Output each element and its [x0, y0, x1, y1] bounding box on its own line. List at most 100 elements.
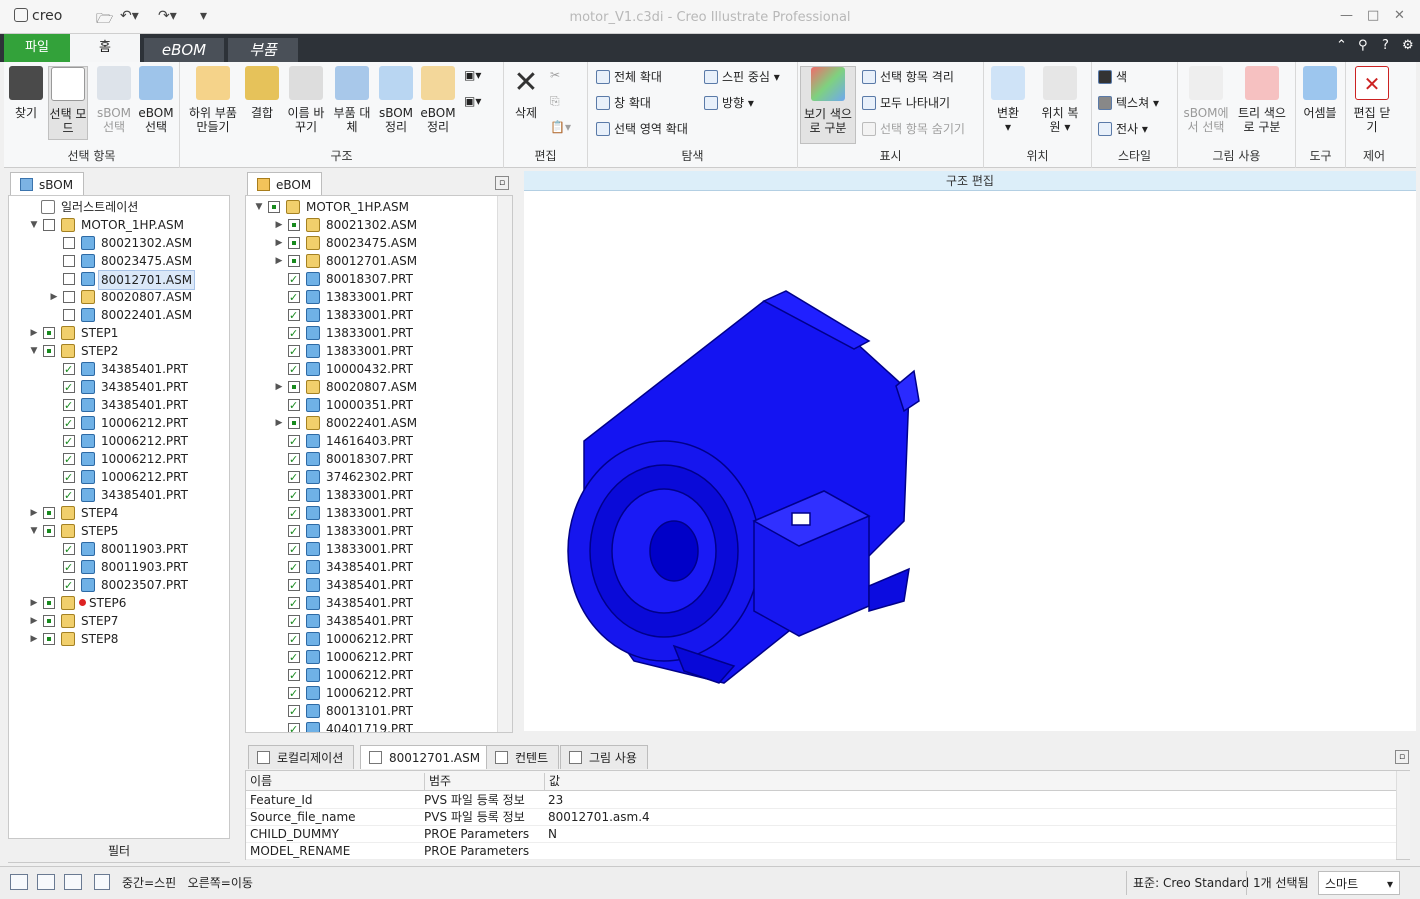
visibility-checkbox[interactable]	[288, 667, 300, 685]
visibility-checkbox[interactable]	[288, 289, 300, 307]
select-mode-button[interactable]: 선택 모 드	[48, 66, 88, 140]
sbom-tree-label[interactable]: STEP6	[89, 594, 126, 612]
ebom-tree-label[interactable]: 80018307.PRT	[326, 450, 413, 468]
selection-filter-dropdown[interactable]: 스마트 ▾	[1318, 871, 1400, 895]
visibility-checkbox[interactable]	[288, 381, 300, 393]
tab-localization[interactable]: 로컬리제이션	[248, 745, 355, 769]
sbom-tree-label[interactable]: 34385401.PRT	[101, 486, 188, 504]
transfer-button[interactable]: 전사 ▾	[1098, 120, 1148, 137]
search-icon[interactable]: ⚲	[1358, 38, 1368, 53]
visibility-checkbox[interactable]	[43, 507, 55, 519]
visibility-checkbox[interactable]	[63, 237, 75, 249]
collapsed-arrow-icon[interactable]: ▶	[274, 378, 284, 396]
replace-part-button[interactable]: 부품 대 체	[332, 66, 372, 134]
visibility-checkbox[interactable]	[288, 451, 300, 469]
copy-icon[interactable]: ⎘	[550, 94, 560, 109]
collapsed-arrow-icon[interactable]: ▶	[274, 234, 284, 252]
visibility-checkbox[interactable]	[63, 487, 75, 505]
sbom-tree-label[interactable]: STEP5	[81, 522, 118, 540]
find-button[interactable]: 찾기	[6, 66, 46, 120]
sbom-tree-label[interactable]: 일러스트레이션	[61, 198, 138, 216]
combine-button[interactable]: 결합	[242, 66, 282, 120]
visibility-checkbox[interactable]	[288, 595, 300, 613]
visibility-checkbox[interactable]	[288, 631, 300, 649]
assembly-button[interactable]: 어셈블	[1300, 66, 1340, 120]
layout-left-icon[interactable]	[10, 874, 28, 890]
visibility-checkbox[interactable]	[288, 703, 300, 721]
ebom-tree-label[interactable]: 34385401.PRT	[326, 594, 413, 612]
column-name[interactable]: 이름	[250, 773, 272, 790]
visibility-checkbox[interactable]	[43, 525, 55, 537]
visibility-checkbox[interactable]	[288, 325, 300, 343]
ebom-tree-label[interactable]: 80022401.ASM	[326, 414, 417, 432]
visibility-checkbox[interactable]	[288, 361, 300, 379]
sbom-tree-label[interactable]: STEP8	[81, 630, 118, 648]
properties-row[interactable]: CHILD_DUMMY PROE Parameters N	[246, 826, 1396, 843]
maximize-button[interactable]: □	[1367, 8, 1379, 23]
properties-row[interactable]: Feature_Id PVS 파일 등록 정보 23	[246, 792, 1396, 809]
visibility-checkbox[interactable]	[63, 361, 75, 379]
ebom-tree-label[interactable]: 80023475.ASM	[326, 234, 417, 252]
collapsed-arrow-icon[interactable]: ▶	[29, 504, 39, 522]
sbom-tree-label[interactable]: STEP4	[81, 504, 118, 522]
minimize-button[interactable]: —	[1340, 8, 1353, 23]
ebom-tree-label[interactable]: 37462302.PRT	[326, 468, 413, 486]
sbom-tree-label[interactable]: STEP7	[81, 612, 118, 630]
panel-maximize-icon[interactable]: ▫	[495, 176, 509, 190]
show-all-button[interactable]: 모두 나타내기	[862, 94, 950, 111]
filter-button[interactable]: 필터	[8, 838, 230, 862]
expanded-arrow-icon[interactable]: ▼	[254, 198, 264, 216]
visibility-checkbox[interactable]	[288, 469, 300, 487]
visibility-checkbox[interactable]	[288, 613, 300, 631]
sbom-tree-label[interactable]: 80012701.ASM	[98, 270, 196, 290]
properties-scrollbar[interactable]	[1396, 771, 1410, 859]
ebom-tree-label[interactable]: 80021302.ASM	[326, 216, 417, 234]
isolate-selected-button[interactable]: 선택 항목 격리	[862, 68, 954, 85]
sbom-arrange-button[interactable]: sBOM 정리	[376, 66, 416, 134]
collapsed-arrow-icon[interactable]: ▶	[29, 612, 39, 630]
ebom-tree-label[interactable]: 80012701.ASM	[326, 252, 417, 270]
expanded-arrow-icon[interactable]: ▼	[29, 216, 39, 234]
expanded-arrow-icon[interactable]: ▼	[29, 522, 39, 540]
visibility-checkbox[interactable]	[43, 219, 55, 231]
zoom-selected-button[interactable]: 선택 영역 확대	[596, 120, 688, 137]
view-color-button[interactable]: 보기 색으 로 구분	[800, 66, 856, 144]
ebom-arrange-button[interactable]: eBOM 정리	[418, 66, 458, 134]
ebom-tree-label[interactable]: 13833001.PRT	[326, 522, 413, 540]
visibility-checkbox[interactable]	[43, 615, 55, 627]
ebom-tree-label[interactable]: 34385401.PRT	[326, 576, 413, 594]
collapsed-arrow-icon[interactable]: ▶	[29, 630, 39, 648]
close-window-button[interactable]: ✕	[1394, 8, 1405, 23]
sbom-tree-label[interactable]: MOTOR_1HP.ASM	[81, 216, 184, 234]
visibility-checkbox[interactable]	[288, 541, 300, 559]
collapsed-arrow-icon[interactable]: ▶	[29, 594, 39, 612]
collapse-ribbon-icon[interactable]: ⌃	[1336, 38, 1347, 53]
visibility-checkbox[interactable]	[63, 433, 75, 451]
tab-part[interactable]: 부품	[228, 38, 298, 62]
sbom-tree-label[interactable]: 10006212.PRT	[101, 432, 188, 450]
properties-row[interactable]: Source_file_name PVS 파일 등록 정보 80012701.asm…	[246, 809, 1396, 826]
collapsed-arrow-icon[interactable]: ▶	[274, 252, 284, 270]
visibility-checkbox[interactable]	[43, 327, 55, 339]
ebom-tree-label[interactable]: 13833001.PRT	[326, 324, 413, 342]
structure-more-2-icon[interactable]: ▣▾	[464, 94, 481, 108]
ebom-tree-label[interactable]: 40401719.PRT	[326, 720, 413, 732]
column-value[interactable]: 값	[544, 773, 560, 790]
paste-icon[interactable]: 📋▾	[550, 120, 571, 134]
sbom-tree-label[interactable]: 80022401.ASM	[101, 306, 192, 324]
ebom-tree-label[interactable]: 80018307.PRT	[326, 270, 413, 288]
visibility-checkbox[interactable]	[63, 379, 75, 397]
expanded-arrow-icon[interactable]: ▼	[29, 342, 39, 360]
sbom-tree-label[interactable]: 80011903.PRT	[101, 558, 188, 576]
ebom-tree-label[interactable]: 10000351.PRT	[326, 396, 413, 414]
ebom-tree-label[interactable]: 13833001.PRT	[326, 504, 413, 522]
column-category[interactable]: 범주	[424, 773, 451, 790]
tab-content[interactable]: 컨텐트	[486, 745, 560, 769]
collapsed-arrow-icon[interactable]: ▶	[49, 288, 59, 306]
visibility-checkbox[interactable]	[288, 343, 300, 361]
sbom-tree-label[interactable]: 80023475.ASM	[101, 252, 192, 270]
ebom-tree-label[interactable]: 10006212.PRT	[326, 630, 413, 648]
collapsed-arrow-icon[interactable]: ▶	[29, 324, 39, 342]
close-edit-button[interactable]: ✕ 편집 닫 기	[1352, 66, 1392, 134]
tab-properties[interactable]: 80012701.ASM	[360, 745, 492, 769]
